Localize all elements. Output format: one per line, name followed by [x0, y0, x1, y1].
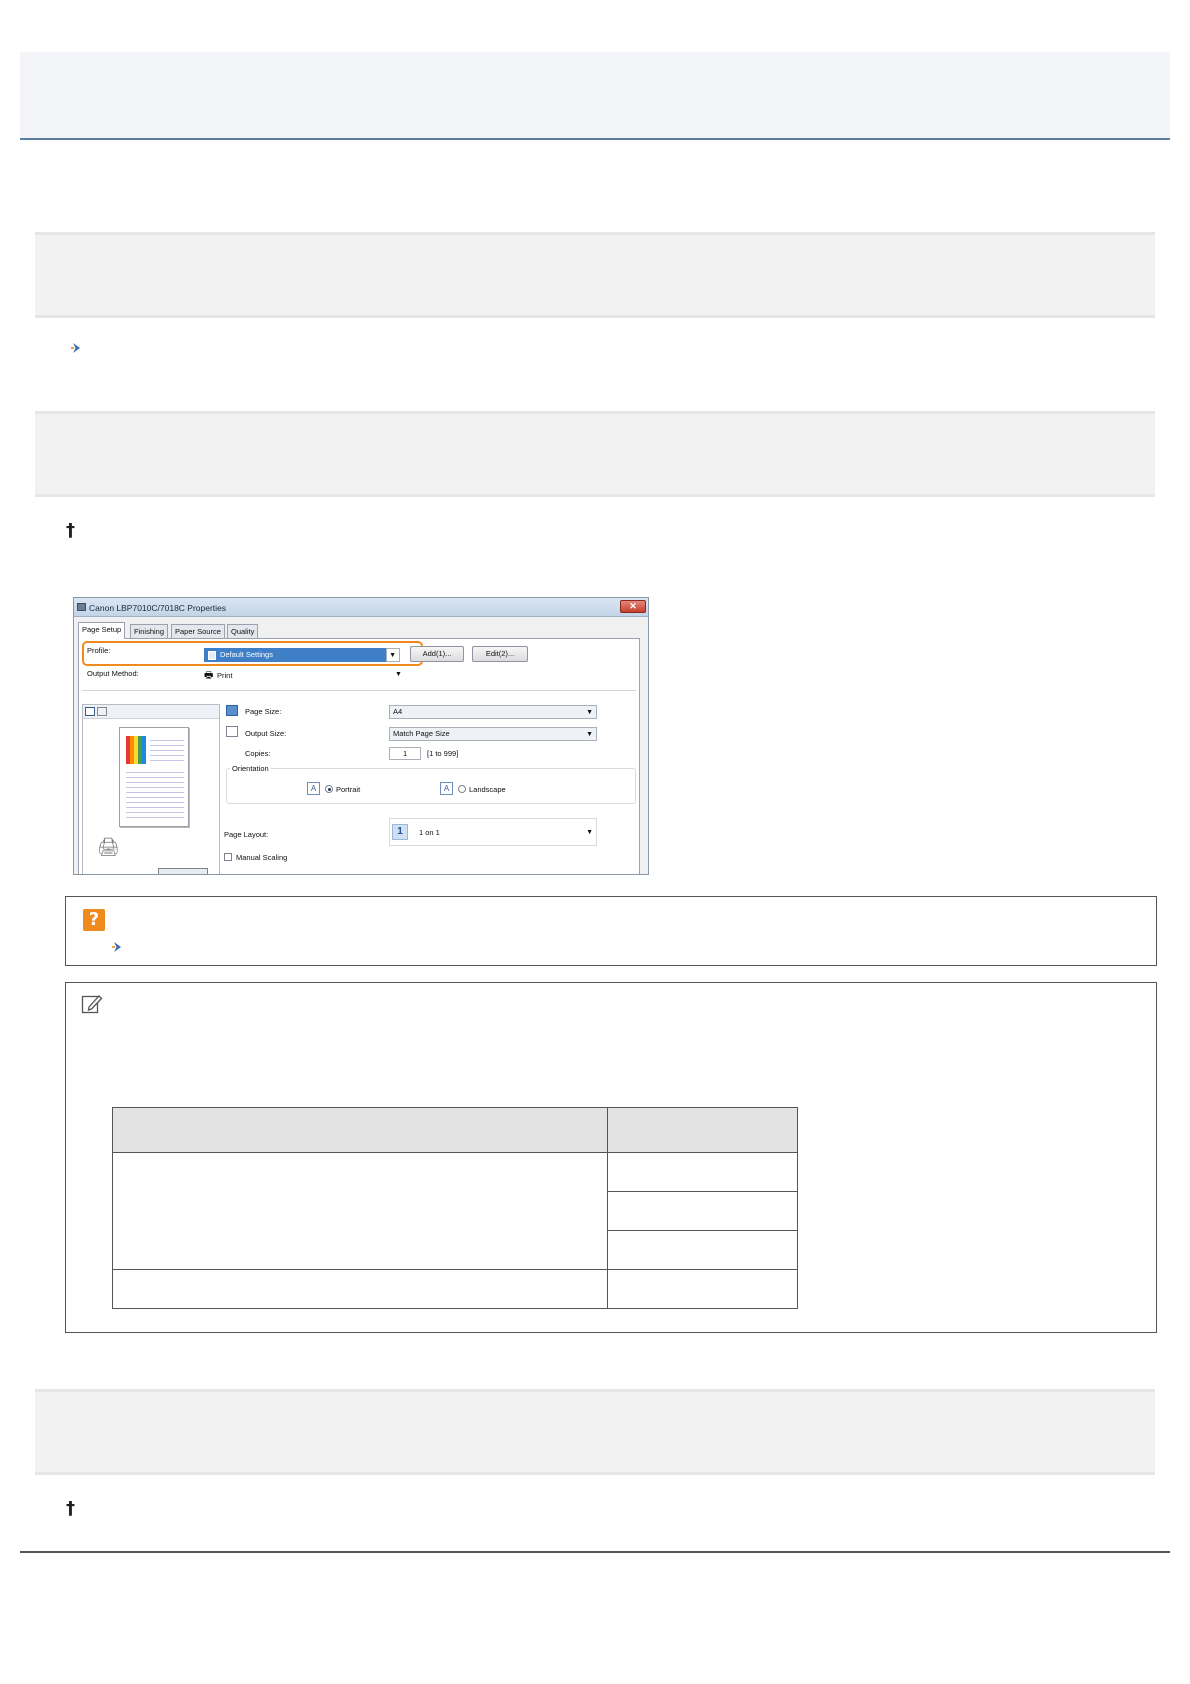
tab-finishing[interactable]: Finishing	[130, 624, 169, 638]
page-layout-icon: 1	[392, 824, 408, 840]
output-method-label: Output Method:	[87, 669, 139, 678]
section-heading-band	[35, 232, 1155, 318]
table-header-cell	[607, 1107, 798, 1153]
dagger-marker: †	[66, 520, 75, 541]
question-icon: ?	[83, 909, 105, 931]
copies-value: 1	[403, 749, 408, 758]
printer-icon: 🖨	[97, 837, 120, 857]
output-size-label: Output Size:	[245, 729, 287, 738]
output-method-value[interactable]: Print	[217, 671, 232, 680]
landscape-label[interactable]: Landscape	[469, 785, 506, 794]
profile-value: Default Settings	[220, 650, 273, 659]
note-table	[112, 1107, 798, 1309]
page-footer-rule	[20, 1551, 1170, 1553]
preview-text-lines	[150, 736, 184, 764]
pencil-note-icon	[81, 995, 103, 1014]
page-size-select[interactable]: A4 ▼	[389, 705, 597, 719]
profile-label: Profile:	[87, 646, 111, 655]
section-heading-band	[35, 1389, 1155, 1475]
manual-scaling-checkbox[interactable]	[224, 853, 232, 861]
table-row	[112, 1152, 798, 1270]
dialog-title: Canon LBP7010C/7018C Properties	[89, 603, 227, 613]
copies-label: Copies:	[245, 749, 271, 758]
page-size-label: Page Size:	[245, 707, 282, 716]
close-button[interactable]: ✕	[620, 600, 646, 613]
page-preview-image	[119, 727, 189, 827]
finishing-preview-icon	[158, 868, 208, 874]
tab-quality[interactable]: Quality	[227, 624, 259, 638]
output-size-value: Match Page Size	[393, 729, 450, 738]
table-cell	[607, 1191, 798, 1231]
printer-view-icon[interactable]	[97, 707, 107, 716]
tab-page-setup[interactable]: Page Setup	[78, 622, 126, 639]
note-box	[65, 982, 1157, 1333]
orientation-group	[226, 768, 636, 804]
printer-icon	[77, 603, 86, 611]
manual-scaling-label[interactable]: Manual Scaling	[236, 853, 287, 862]
table-header-cell	[112, 1107, 608, 1153]
page-preview-panel: 🖨	[82, 704, 220, 874]
page-size-icon	[226, 705, 238, 716]
page-layout-select[interactable]: 1 1 on 1 ▼	[389, 818, 597, 846]
chevron-right-icon[interactable]	[71, 342, 83, 354]
page-size-value: A4	[393, 707, 403, 716]
profile-select[interactable]: Default Settings	[204, 648, 386, 662]
copies-range: [1 to 999]	[427, 749, 459, 758]
table-row	[112, 1269, 798, 1309]
portrait-radio[interactable]	[325, 785, 333, 793]
add-profile-button[interactable]: Add(1)...	[410, 646, 464, 662]
page-header-bar	[20, 52, 1170, 140]
chevron-down-icon: ▼	[586, 829, 593, 836]
chevron-down-icon: ▼	[586, 731, 593, 738]
tab-paper-source[interactable]: Paper Source	[171, 624, 225, 638]
preview-toolbar	[83, 705, 219, 719]
profile-icon	[208, 650, 216, 660]
section-heading-band	[35, 411, 1155, 497]
dagger-marker: †	[66, 1498, 75, 1519]
help-box: ?	[65, 896, 1157, 966]
landscape-orientation-icon: A	[440, 782, 453, 795]
dialog-title-bar: Canon LBP7010C/7018C Properties ✕	[74, 598, 648, 617]
table-cell	[112, 1152, 608, 1270]
chevron-down-icon: ▼	[389, 652, 396, 659]
table-cell	[607, 1152, 798, 1192]
portrait-label[interactable]: Portrait	[336, 785, 360, 794]
page-layout-value: 1 on 1	[419, 828, 440, 837]
preview-color-stripes	[126, 736, 146, 764]
landscape-radio[interactable]	[458, 785, 466, 793]
page-layout-label: Page Layout:	[224, 830, 269, 839]
orientation-label: Orientation	[230, 764, 271, 773]
printer-icon: 🖶	[204, 670, 214, 681]
edit-profile-button[interactable]: Edit(2)...	[472, 646, 528, 662]
chevron-down-icon: ▼	[586, 709, 593, 716]
chevron-right-icon[interactable]	[112, 941, 124, 953]
portrait-orientation-icon: A	[307, 782, 320, 795]
output-size-select[interactable]: Match Page Size ▼	[389, 727, 597, 741]
table-header-row	[112, 1107, 798, 1153]
table-cell	[607, 1230, 798, 1270]
output-size-icon	[226, 726, 238, 737]
printer-properties-dialog: Canon LBP7010C/7018C Properties ✕ Page S…	[73, 597, 649, 875]
profile-dropdown-button[interactable]: ▼	[386, 648, 400, 662]
table-cell	[607, 1269, 798, 1309]
chevron-down-icon[interactable]: ▼	[395, 671, 402, 678]
table-cell	[112, 1269, 608, 1309]
preview-mode-icon[interactable]	[85, 707, 95, 716]
preview-text-lines	[126, 768, 184, 822]
copies-stepper[interactable]: 1	[389, 747, 421, 760]
divider	[82, 690, 636, 691]
